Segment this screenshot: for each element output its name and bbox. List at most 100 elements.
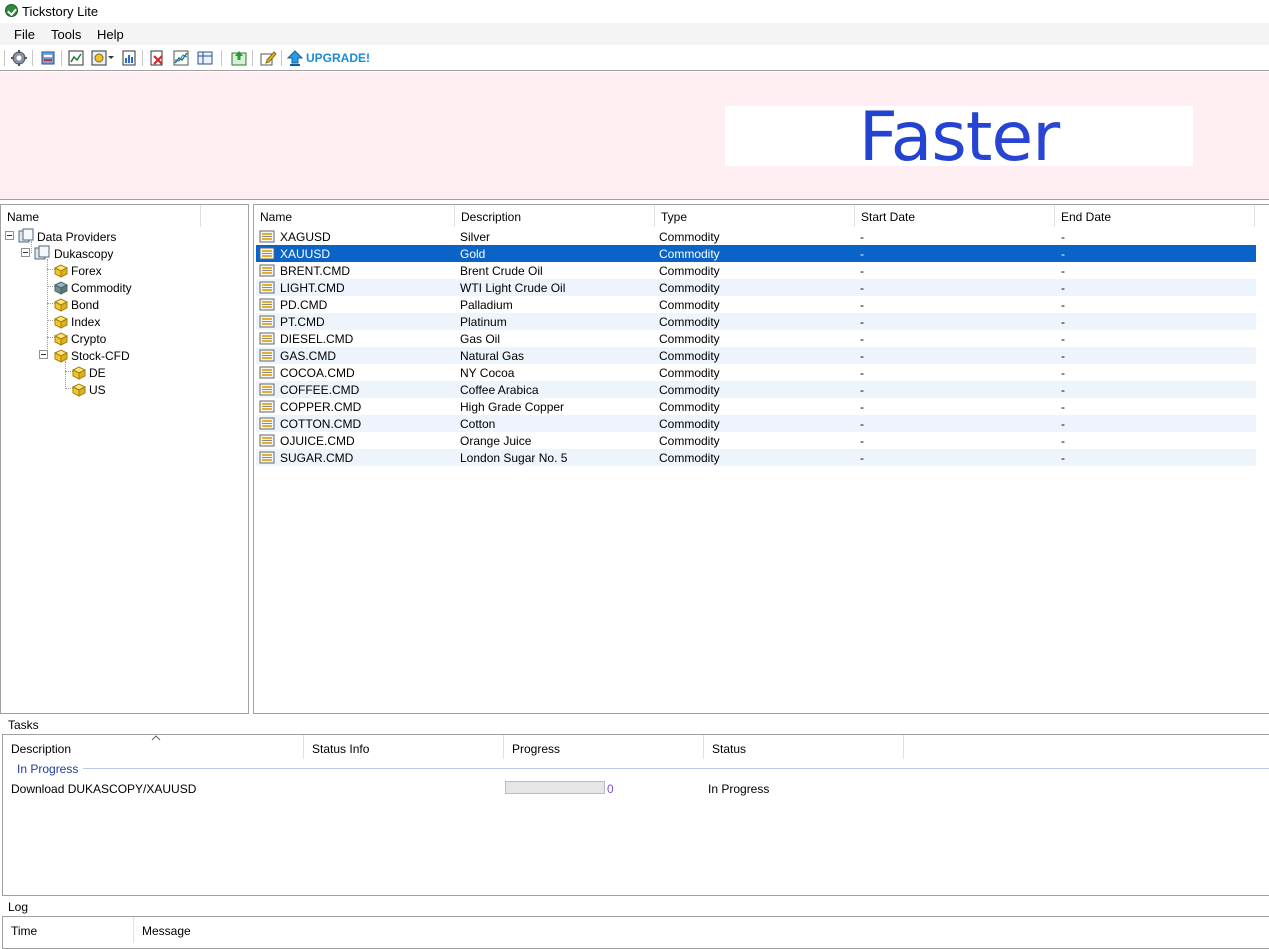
cell-description: Brent Crude Oil bbox=[460, 264, 543, 278]
table-row[interactable]: XAUUSD Gold Commodity - - bbox=[256, 245, 1256, 262]
column-header-type[interactable]: Type bbox=[655, 205, 855, 227]
symbol-grid[interactable]: Name Description Type Start Date End Dat… bbox=[253, 204, 1269, 714]
table-row[interactable]: PT.CMD Platinum Commodity - - bbox=[256, 313, 1256, 330]
cell-start-date: - bbox=[860, 281, 864, 295]
column-header-label: End Date bbox=[1061, 210, 1112, 224]
cell-type: Commodity bbox=[659, 451, 720, 465]
table-row[interactable]: SUGAR.CMD London Sugar No. 5 Commodity - - bbox=[256, 449, 1256, 466]
log-list[interactable]: Time Message bbox=[2, 916, 1269, 949]
instrument-icon bbox=[259, 264, 275, 277]
tree-connector bbox=[65, 361, 66, 389]
tasks-list[interactable]: Description Status Info Progress Status … bbox=[2, 734, 1269, 896]
column-header-description[interactable]: Description bbox=[455, 205, 655, 227]
menu-help[interactable]: Help bbox=[97, 27, 124, 42]
table-row[interactable]: PD.CMD Palladium Commodity - - bbox=[256, 296, 1256, 313]
collapse-icon[interactable] bbox=[39, 350, 48, 359]
cell-description: High Grade Copper bbox=[460, 400, 565, 414]
task-group-label[interactable]: In Progress bbox=[17, 762, 78, 776]
menu-bar: File Tools Help bbox=[0, 23, 1269, 45]
line-chart-icon[interactable] bbox=[172, 49, 190, 67]
upgrade-label: UPGRADE! bbox=[306, 51, 371, 65]
cell-end-date: - bbox=[1061, 434, 1065, 448]
task-progress-bar bbox=[505, 781, 605, 794]
column-header-label: Start Date bbox=[861, 210, 916, 224]
toolbar-separator bbox=[281, 50, 282, 66]
instrument-icon bbox=[259, 281, 275, 294]
cell-description: Gold bbox=[460, 247, 486, 261]
cell-start-date: - bbox=[860, 349, 864, 363]
cell-start-date: - bbox=[860, 434, 864, 448]
tasks-column-status-info[interactable]: Status Info bbox=[304, 735, 504, 759]
collapse-icon[interactable] bbox=[5, 231, 14, 240]
collapse-icon[interactable] bbox=[21, 248, 30, 257]
table-row[interactable]: BRENT.CMD Brent Crude Oil Commodity - - bbox=[256, 262, 1256, 279]
table-row[interactable]: GAS.CMD Natural Gas Commodity - - bbox=[256, 347, 1256, 364]
cell-description: Natural Gas bbox=[460, 349, 525, 363]
log-column-time[interactable]: Time bbox=[3, 917, 134, 943]
chart-options-icon[interactable] bbox=[90, 49, 108, 67]
column-header-end-date[interactable]: End Date bbox=[1055, 205, 1255, 227]
toolbar-separator bbox=[4, 50, 5, 66]
table-row[interactable]: LIGHT.CMD WTI Light Crude Oil Commodity - - bbox=[256, 279, 1256, 296]
task-status: In Progress bbox=[708, 782, 770, 796]
cell-type: Commodity bbox=[659, 349, 720, 363]
menu-file[interactable]: File bbox=[14, 27, 35, 42]
tasks-column-progress[interactable]: Progress bbox=[504, 735, 704, 759]
report-icon[interactable] bbox=[120, 49, 138, 67]
chevron-down-icon[interactable] bbox=[108, 56, 114, 59]
instrument-icon bbox=[259, 400, 275, 413]
log-section-label: Log bbox=[8, 900, 29, 914]
table-row[interactable]: COCOA.CMD NY Cocoa Commodity - - bbox=[256, 364, 1256, 381]
instrument-icon bbox=[259, 230, 275, 243]
settings-icon[interactable] bbox=[10, 49, 28, 67]
cell-name: OJUICE.CMD bbox=[280, 434, 355, 448]
folder-cube-icon bbox=[53, 315, 69, 329]
instrument-icon bbox=[259, 315, 275, 328]
cell-start-date: - bbox=[860, 332, 864, 346]
export-icon[interactable] bbox=[39, 49, 57, 67]
table-row[interactable]: XAGUSD Silver Commodity - - bbox=[256, 228, 1256, 245]
tree-node-label: Bond bbox=[71, 298, 100, 312]
cell-name: XAUUSD bbox=[280, 247, 331, 261]
task-group-divider bbox=[83, 768, 1269, 769]
table-row[interactable]: DIESEL.CMD Gas Oil Commodity - - bbox=[256, 330, 1256, 347]
cell-name: DIESEL.CMD bbox=[280, 332, 354, 346]
cell-description: NY Cocoa bbox=[460, 366, 515, 380]
download-icon[interactable] bbox=[230, 49, 248, 67]
cell-end-date: - bbox=[1061, 315, 1065, 329]
instrument-icon bbox=[259, 434, 275, 447]
table-row[interactable]: OJUICE.CMD Orange Juice Commodity - - bbox=[256, 432, 1256, 449]
provider-tree[interactable]: Name Data Providers Dukascopy Forex Comm… bbox=[0, 204, 249, 714]
provider-icon bbox=[34, 245, 50, 260]
edit-icon[interactable] bbox=[259, 49, 277, 67]
cell-start-date: - bbox=[860, 298, 864, 312]
cell-start-date: - bbox=[860, 264, 864, 278]
delete-data-icon[interactable] bbox=[148, 49, 166, 67]
column-header-start-date[interactable]: Start Date bbox=[855, 205, 1055, 227]
folder-cube-icon bbox=[71, 383, 87, 397]
menu-tools[interactable]: Tools bbox=[51, 27, 81, 42]
ad-banner[interactable]: Faster bbox=[0, 72, 1269, 200]
instrument-icon bbox=[259, 417, 275, 430]
sort-ascending-icon bbox=[151, 735, 161, 741]
table-chart-icon[interactable] bbox=[196, 49, 214, 67]
tasks-section-label: Tasks bbox=[8, 718, 39, 732]
cell-end-date: - bbox=[1061, 383, 1065, 397]
log-column-message[interactable]: Message bbox=[134, 917, 334, 943]
table-row[interactable]: COTTON.CMD Cotton Commodity - - bbox=[256, 415, 1256, 432]
folder-cube-icon bbox=[53, 349, 69, 363]
table-row[interactable]: COPPER.CMD High Grade Copper Commodity - - bbox=[256, 398, 1256, 415]
tree-column-header[interactable]: Name bbox=[1, 205, 201, 227]
column-header-name[interactable]: Name bbox=[254, 205, 455, 227]
folder-cube-icon bbox=[71, 366, 87, 380]
table-row[interactable]: COFFEE.CMD Coffee Arabica Commodity - - bbox=[256, 381, 1256, 398]
column-header-label: Type bbox=[661, 210, 688, 224]
cell-name: SUGAR.CMD bbox=[280, 451, 354, 465]
toolbar-separator bbox=[252, 50, 253, 66]
tasks-column-status[interactable]: Status bbox=[704, 735, 904, 759]
upgrade-button[interactable]: UPGRADE! bbox=[287, 48, 370, 68]
cell-name: PT.CMD bbox=[280, 315, 325, 329]
ad-box[interactable]: Faster bbox=[725, 98, 1193, 177]
title-bar: Tickstory Lite bbox=[0, 0, 1269, 23]
chart-window-icon[interactable] bbox=[67, 49, 85, 67]
